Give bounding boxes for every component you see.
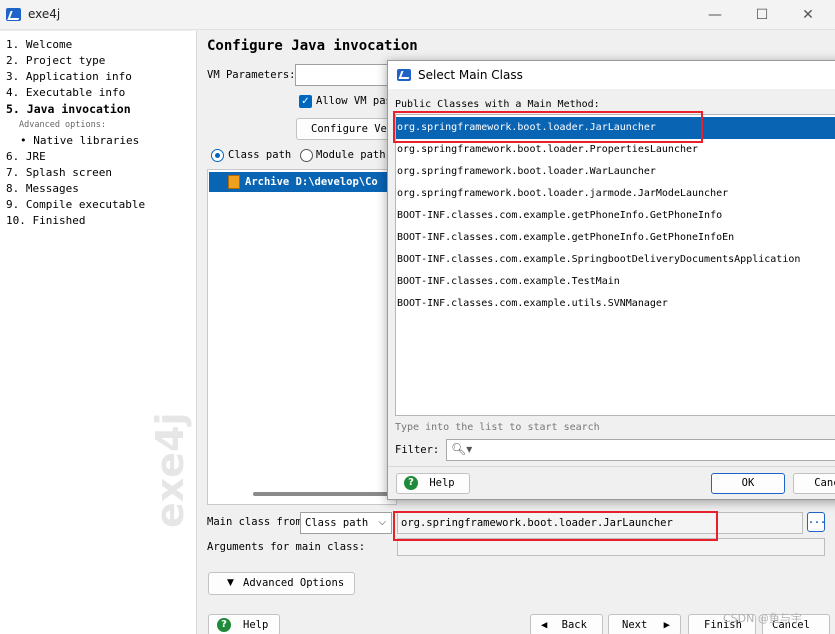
dialog-app-icon [397, 69, 411, 81]
filter-input[interactable]: 🔍︎▾ [446, 439, 835, 461]
next-button[interactable]: Next ▶ [608, 614, 681, 634]
allow-vm-checkbox[interactable]: ✓ [299, 95, 312, 108]
nav-step-jre[interactable]: 6. JRE [0, 149, 196, 165]
back-arrow-icon: ◀ [541, 619, 548, 631]
allow-vm-label: Allow VM pas [316, 95, 392, 107]
maximize-button[interactable]: ☐ [747, 5, 777, 25]
class-path-list[interactable]: Archive D:\develop\Co [207, 169, 397, 505]
class-path-entry-label: Archive D:\develop\Co [245, 176, 378, 188]
arguments-label: Arguments for main class: [207, 541, 366, 553]
close-button[interactable]: ✕ [793, 5, 823, 25]
dialog-help-button[interactable]: ? Help [396, 473, 470, 494]
exe4j-watermark-logo: exe4j [148, 412, 192, 528]
class-path-radio-label: Class path [228, 149, 292, 161]
main-classes-caption: Public Classes with a Main Method: [395, 99, 600, 110]
dialog-title-bar: Select Main Class [388, 61, 835, 89]
help-icon: ? [404, 476, 418, 490]
nav-step-compile-executable[interactable]: 9. Compile executable [0, 197, 196, 213]
title-bar: exe4j — ☐ ✕ [0, 0, 835, 30]
nav-advanced-options-label: Advanced options: [19, 120, 106, 130]
next-label: Next [622, 619, 648, 631]
class-path-radio[interactable] [211, 149, 224, 162]
horizontal-scrollbar[interactable] [253, 492, 396, 496]
main-class-option[interactable]: BOOT-INF.classes.com.example.SpringbootD… [396, 249, 835, 271]
dialog-divider [388, 466, 835, 467]
advanced-options-button[interactable]: ▼ Advanced Options [208, 572, 355, 595]
vm-parameters-label: VM Parameters: [207, 69, 296, 81]
nav-step-project-type[interactable]: 2. Project type [0, 53, 196, 69]
class-path-entry[interactable]: Archive D:\develop\Co [209, 172, 396, 192]
jar-archive-icon [228, 175, 240, 189]
dialog-title: Select Main Class [418, 68, 523, 82]
help-button[interactable]: ? Help [208, 614, 280, 634]
main-class-source-select[interactable]: Class path ⌵ [300, 512, 392, 534]
dialog-help-label: Help [429, 477, 455, 489]
minimize-button[interactable]: — [700, 5, 730, 25]
filter-label: Filter: [395, 444, 440, 456]
highlight-box-main-class-field [393, 511, 718, 541]
main-class-option[interactable]: BOOT-INF.classes.com.example.TestMain [396, 271, 835, 293]
next-arrow-icon: ▶ [663, 619, 670, 631]
help-icon: ? [217, 618, 231, 632]
main-class-option[interactable]: org.springframework.boot.loader.WarLaunc… [396, 161, 835, 183]
search-hint: Type into the list to start search [395, 422, 600, 433]
vm-parameters-input[interactable] [295, 64, 395, 86]
advanced-options-label: Advanced Options [243, 577, 345, 589]
back-button[interactable]: ◀ Back [530, 614, 603, 634]
highlight-box-selected-class [393, 111, 703, 143]
page-title: Configure Java invocation [207, 38, 418, 54]
module-path-radio[interactable] [300, 149, 313, 162]
nav-step-splash-screen[interactable]: 7. Splash screen [0, 165, 196, 181]
main-class-source-value: Class path [305, 517, 369, 529]
window-title: exe4j [28, 7, 61, 21]
nav-step-executable-info[interactable]: 4. Executable info [0, 85, 196, 101]
nav-step-welcome[interactable]: 1. Welcome [0, 37, 196, 53]
nav-step-application-info[interactable]: 3. Application info [0, 69, 196, 85]
main-class-option[interactable]: org.springframework.boot.loader.jarmode.… [396, 183, 835, 205]
wizard-step-nav: 1. Welcome 2. Project type 3. Applicatio… [0, 31, 197, 634]
nav-native-libraries[interactable]: • Native libraries [0, 133, 196, 149]
nav-step-finished[interactable]: 10. Finished [0, 213, 196, 229]
csdn-watermark: CSDN @鱼与宇 [723, 612, 802, 625]
main-class-list[interactable]: org.springframework.boot.loader.JarLaunc… [395, 114, 835, 416]
module-path-radio-label: Module path [316, 149, 386, 161]
nav-step-messages[interactable]: 8. Messages [0, 181, 196, 197]
main-class-option[interactable]: BOOT-INF.classes.com.example.getPhoneInf… [396, 227, 835, 249]
nav-step-java-invocation[interactable]: 5. Java invocation [0, 101, 196, 117]
help-label: Help [243, 619, 269, 631]
main-class-option[interactable]: BOOT-INF.classes.com.example.getPhoneInf… [396, 205, 835, 227]
chevron-down-icon: ⌵ [378, 517, 386, 528]
exe4j-app-icon [6, 8, 21, 21]
main-class-option[interactable]: BOOT-INF.classes.com.example.utils.SVNMa… [396, 293, 835, 315]
browse-main-class-button[interactable]: ... [807, 512, 826, 532]
dialog-ok-button[interactable]: OK [711, 473, 785, 494]
triangle-down-icon: ▼ [227, 578, 234, 588]
search-icon[interactable]: 🔍︎▾ [451, 442, 472, 456]
back-label: Back [561, 619, 587, 631]
dialog-cancel-button[interactable]: Cance [793, 473, 835, 494]
main-class-from-label: Main class from [207, 516, 302, 528]
configure-version-button[interactable]: Configure Ver [296, 118, 396, 140]
